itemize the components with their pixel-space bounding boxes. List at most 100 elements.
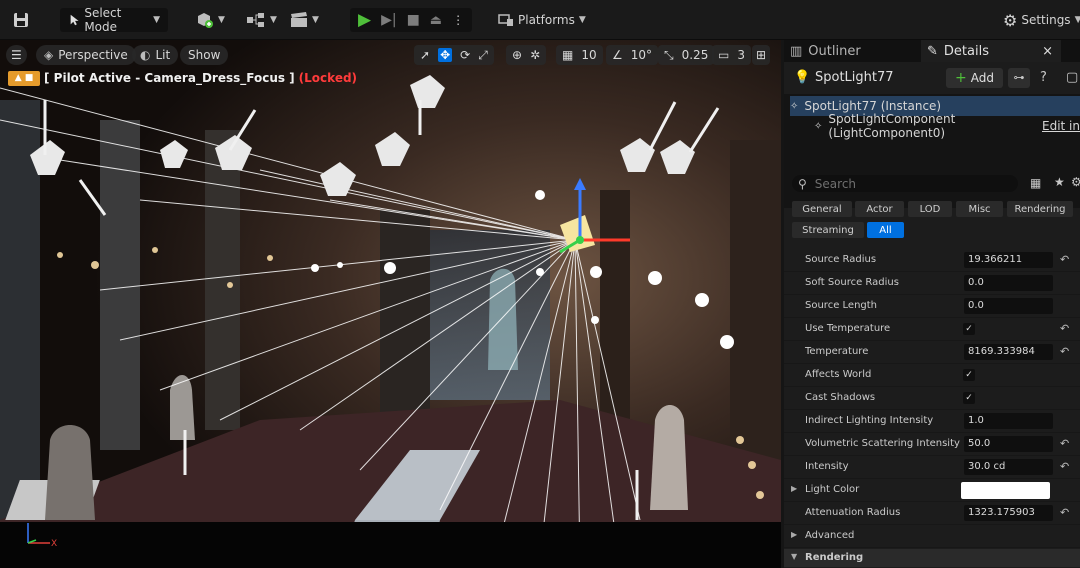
reset-arrow-icon[interactable]: ↶ xyxy=(1060,253,1069,266)
perspective-label: Perspective xyxy=(58,48,128,62)
layout-button[interactable]: ⊞ xyxy=(752,45,771,65)
collapse-arrow-icon: ▼ xyxy=(791,552,798,561)
lit-icon: ◐ xyxy=(140,48,151,62)
filter-rendering[interactable]: Rendering xyxy=(1007,201,1073,217)
add-actor-button[interactable]: ▼ xyxy=(196,8,225,32)
eject-icon[interactable]: ⏏ xyxy=(430,13,442,28)
prop-input[interactable]: 1.0 xyxy=(964,413,1053,429)
expand-arrow-icon[interactable]: ▶ xyxy=(791,484,797,493)
show-button[interactable]: Show xyxy=(180,45,229,65)
prop-input[interactable]: 0.0 xyxy=(964,298,1053,314)
details-search-input[interactable]: ⚲ Search xyxy=(792,175,1018,192)
coordinate-space-button[interactable]: ⊕ ✲ xyxy=(506,45,547,65)
prop-input[interactable]: 0.0 xyxy=(964,275,1053,291)
save-button[interactable] xyxy=(12,8,30,32)
select-mode-dropdown[interactable]: Select Mode ▼ xyxy=(60,6,168,34)
lock-icon[interactable]: ▢ xyxy=(1066,70,1078,85)
lit-label: Lit xyxy=(155,48,171,62)
rotation-snap-button[interactable]: ∠ 10° xyxy=(606,45,659,65)
hamburger-icon: ☰ xyxy=(11,48,22,62)
perspective-button[interactable]: ◈ Perspective xyxy=(36,45,136,65)
step-icon[interactable]: ▶| xyxy=(381,12,396,28)
expand-arrow-icon[interactable]: ▶ xyxy=(791,530,797,539)
prop-row: Use Temperature ✓ ↶ xyxy=(784,318,1080,341)
tab-details[interactable]: ✎ Details × xyxy=(921,40,1061,62)
filter-streaming[interactable]: Streaming xyxy=(792,222,864,238)
show-label: Show xyxy=(188,48,221,62)
reset-arrow-icon[interactable]: ↶ xyxy=(1060,460,1069,473)
grid-snap-value: 10 xyxy=(581,48,597,62)
grid-snap-button[interactable]: ▦ 10 xyxy=(556,45,603,65)
hierarchy-icon: ⊶ xyxy=(1013,71,1025,84)
prop-input[interactable]: 19.366211 xyxy=(964,252,1053,268)
scale-icon[interactable]: ⤢ xyxy=(478,48,488,63)
prop-row: Volumetric Scattering Intensity 50.0 ↶ xyxy=(784,433,1080,456)
rotate-icon[interactable]: ⟳ xyxy=(460,48,470,62)
prop-row: Affects World ✓ xyxy=(784,364,1080,387)
svg-text:X: X xyxy=(51,539,57,549)
lit-button[interactable]: ◐ Lit xyxy=(132,45,179,65)
prop-input[interactable]: 50.0 xyxy=(964,436,1053,452)
chevron-down-icon: ▼ xyxy=(312,15,319,25)
prop-label: Attenuation Radius xyxy=(805,507,901,518)
reset-arrow-icon[interactable]: ↶ xyxy=(1060,506,1069,519)
filter-all[interactable]: All xyxy=(867,222,904,238)
filter-actor[interactable]: Actor xyxy=(855,201,904,217)
filter-misc[interactable]: Misc xyxy=(956,201,1003,217)
prop-row-advanced[interactable]: ▶ Advanced xyxy=(784,525,1080,548)
actor-header: 💡 SpotLight77 + Add ⊶ ? ▢ xyxy=(784,62,1080,94)
edit-in-link[interactable]: Edit in xyxy=(1042,119,1080,133)
blueprint-button[interactable]: ▼ xyxy=(246,8,277,32)
cinematics-button[interactable]: ▼ xyxy=(290,8,319,32)
translate-icon[interactable]: ✥ xyxy=(438,48,453,62)
actor-name[interactable]: SpotLight77 xyxy=(815,70,894,85)
play-icon[interactable]: ▶ xyxy=(358,10,371,30)
scale-snap-button[interactable]: ⤡ 0.25 xyxy=(658,45,715,65)
blueprint-convert-button[interactable]: ⊶ xyxy=(1008,68,1030,88)
prop-checkbox[interactable]: ✓ xyxy=(963,369,975,381)
platforms-label: Platforms xyxy=(518,13,575,27)
prop-checkbox[interactable]: ✓ xyxy=(963,323,975,335)
clapperboard-icon xyxy=(291,12,307,27)
prop-label: Temperature xyxy=(805,346,869,357)
filter-lod[interactable]: LOD xyxy=(908,201,952,217)
spotlight-small-icon: ✧ xyxy=(790,100,799,112)
prop-input[interactable]: 30.0 cd xyxy=(964,459,1053,475)
tree-item-component[interactable]: ✧ SpotLightComponent (LightComponent0) E… xyxy=(814,112,1080,140)
prop-row: Source Radius 19.366211 ↶ xyxy=(784,249,1080,272)
pilot-camera-icon[interactable]: ▲ ■ xyxy=(8,70,40,86)
tab-details-label: Details xyxy=(943,43,989,59)
prop-checkbox[interactable]: ✓ xyxy=(963,392,975,404)
scale-snap-value: 0.25 xyxy=(681,48,709,62)
add-component-button[interactable]: + Add xyxy=(946,68,1003,88)
rotation-snap-value: 10° xyxy=(630,48,653,62)
select-icon[interactable]: ➚ xyxy=(420,48,430,62)
star-icon[interactable]: ★ xyxy=(1054,175,1065,189)
platforms-dropdown[interactable]: Platforms ▼ xyxy=(498,8,586,32)
reset-arrow-icon[interactable]: ↶ xyxy=(1060,345,1069,358)
blueprint-icon xyxy=(247,13,264,27)
stop-icon[interactable]: ■ xyxy=(407,12,420,28)
table-view-icon[interactable]: ▦ xyxy=(1030,176,1041,190)
tab-outliner[interactable]: ▥ Outliner xyxy=(788,40,918,62)
camera-speed-button[interactable]: ▭ 3 xyxy=(712,45,751,65)
settings-gear-icon[interactable]: ⚙ xyxy=(1071,175,1080,189)
search-icon: ⚲ xyxy=(798,176,807,191)
filter-general[interactable]: General xyxy=(792,201,852,217)
save-icon xyxy=(14,13,28,27)
prop-label: Light Color xyxy=(805,484,860,495)
reset-arrow-icon[interactable]: ↶ xyxy=(1060,322,1069,335)
prop-input[interactable]: 1323.175903 xyxy=(964,505,1053,521)
settings-button[interactable]: ⚙ Settings ▼ xyxy=(1003,8,1080,32)
prop-input[interactable]: 8169.333984 xyxy=(964,344,1053,360)
chevron-down-icon: ▼ xyxy=(153,15,160,25)
reset-arrow-icon[interactable]: ↶ xyxy=(1060,437,1069,450)
more-options-icon[interactable]: ⋮ xyxy=(452,13,464,27)
section-rendering[interactable]: ▼ Rendering xyxy=(784,549,1080,567)
close-tab-button[interactable]: × xyxy=(1042,44,1053,59)
camera-speed-value: 3 xyxy=(737,48,745,62)
light-color-swatch[interactable] xyxy=(961,482,1050,499)
help-icon[interactable]: ? xyxy=(1040,70,1047,85)
level-viewport[interactable]: ☰ ◈ Perspective ◐ Lit Show ➚ ✥ ⟳ ⤢ ⊕ ✲ ▦… xyxy=(0,40,781,568)
viewport-menu-button[interactable]: ☰ xyxy=(6,45,27,65)
